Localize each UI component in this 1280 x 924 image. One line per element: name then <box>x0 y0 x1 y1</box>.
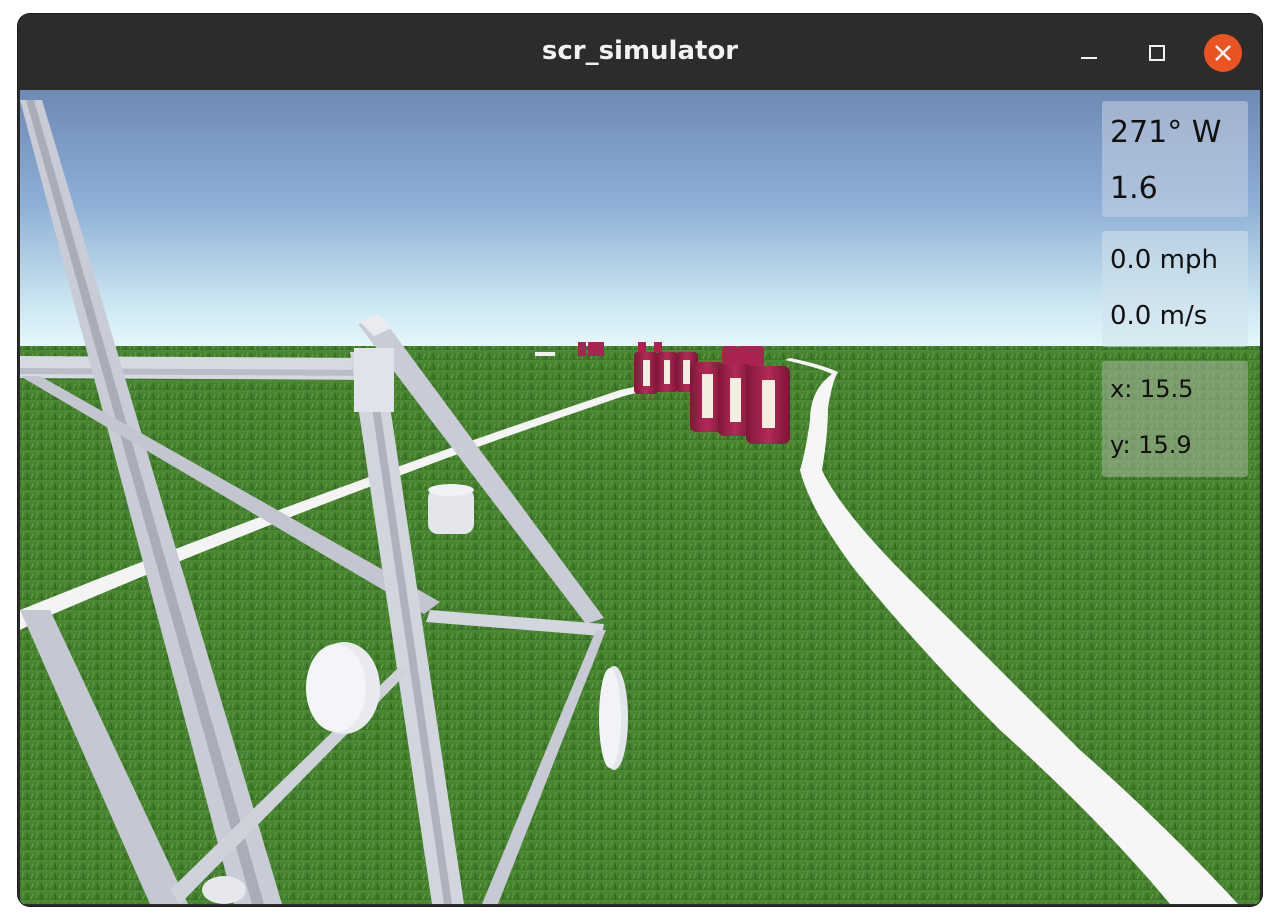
simulation-viewport[interactable]: 271° W 1.6 0.0 mph 0.0 m/s x: 15.5 y: 15… <box>20 90 1260 904</box>
position-panel: x: 15.5 y: 15.9 <box>1102 361 1248 477</box>
sky <box>20 90 1260 348</box>
minimize-icon <box>1081 57 1097 59</box>
close-button[interactable] <box>1204 34 1242 72</box>
heading-panel: 271° W 1.6 <box>1102 101 1248 217</box>
speed-ms: 0.0 m/s <box>1110 301 1208 331</box>
maximize-icon <box>1149 45 1165 61</box>
maximize-button[interactable] <box>1138 34 1176 72</box>
title-bar[interactable]: scr_simulator <box>18 14 1262 90</box>
speed-panel: 0.0 mph 0.0 m/s <box>1102 231 1248 347</box>
close-icon <box>1215 45 1231 61</box>
scene-render <box>20 90 1260 904</box>
lane-line-distant <box>535 352 555 356</box>
position-y: y: 15.9 <box>1110 431 1192 459</box>
heading-label: 271° W <box>1110 115 1222 150</box>
app-window: scr_simulator 271° W 1.6 0.0 mph 0.0 m/s… <box>18 14 1262 906</box>
minimize-button[interactable] <box>1070 34 1108 72</box>
speed-mph: 0.0 mph <box>1110 245 1218 275</box>
heading-value: 1.6 <box>1110 171 1158 206</box>
grass-ground <box>20 346 1260 904</box>
barrel-cluster-left <box>634 352 698 394</box>
position-x: x: 15.5 <box>1110 375 1194 403</box>
